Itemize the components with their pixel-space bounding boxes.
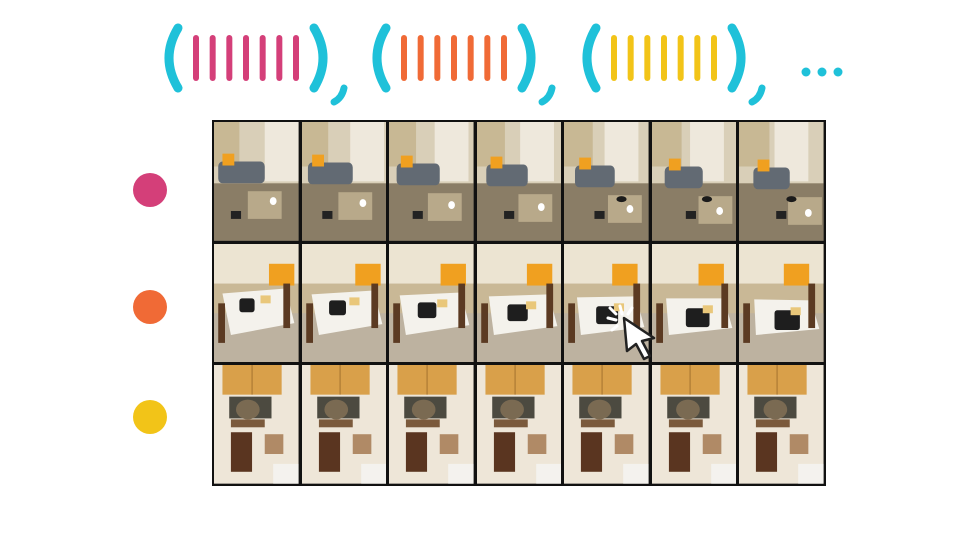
video-frame-thumbnail xyxy=(739,122,824,241)
comma xyxy=(748,84,766,106)
video-frame-thumbnail xyxy=(389,122,474,241)
video-frame-thumbnail xyxy=(301,122,387,241)
video-frame-thumbnail xyxy=(214,122,299,241)
ellipsis-dot xyxy=(801,67,811,77)
video-frame-thumbnail xyxy=(476,243,562,363)
right-parenthesis xyxy=(727,23,746,93)
video-frame-thumbnail xyxy=(214,243,299,363)
video-frame-thumbnail xyxy=(651,122,737,241)
right-parenthesis xyxy=(517,23,536,93)
right-parenthesis xyxy=(309,23,328,93)
row-1-indicator-dot xyxy=(133,173,167,207)
video-frame-thumbnail xyxy=(651,365,737,484)
row-2-indicator-dot xyxy=(133,290,167,324)
video-frame-thumbnail xyxy=(564,365,649,484)
token-group-1 xyxy=(164,23,348,106)
video-frame-thumbnail xyxy=(214,365,299,484)
video-frame-thumbnail xyxy=(476,122,562,241)
comma xyxy=(538,84,556,106)
token-group-2 xyxy=(372,23,556,106)
video-frame-thumbnail xyxy=(301,365,387,484)
left-parenthesis xyxy=(372,23,391,93)
row-3-indicator-dot xyxy=(133,400,167,434)
video-frame-thumbnail xyxy=(476,365,562,484)
video-frame-thumbnail xyxy=(739,365,824,484)
ellipsis-dot xyxy=(817,67,827,77)
comma xyxy=(330,84,348,106)
video-frame-thumbnail xyxy=(301,243,387,363)
video-frame-grid xyxy=(212,120,826,486)
left-parenthesis xyxy=(164,23,183,93)
mouse-pointer-click-icon xyxy=(606,304,656,361)
video-frame-thumbnail xyxy=(564,122,649,241)
video-frame-thumbnail xyxy=(739,243,824,363)
video-frame-thumbnail xyxy=(389,243,474,363)
video-frame-thumbnail xyxy=(389,365,474,484)
left-parenthesis xyxy=(582,23,601,93)
token-group-3 xyxy=(582,23,766,106)
token-sequence-header xyxy=(164,23,843,106)
ellipsis-dot xyxy=(833,67,843,77)
